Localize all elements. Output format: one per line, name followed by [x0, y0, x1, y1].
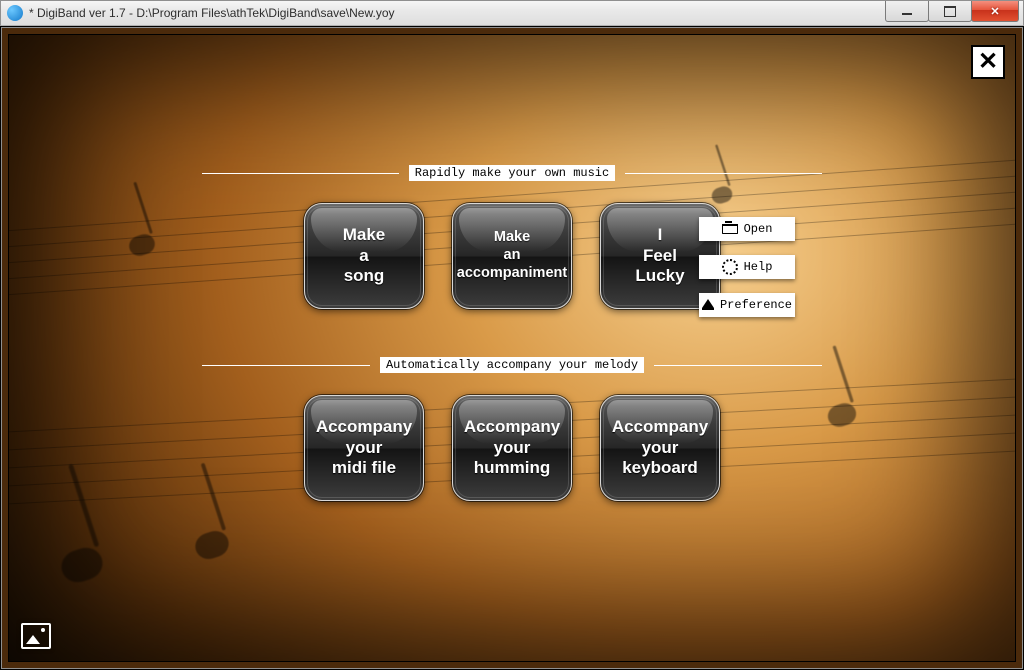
window-titlebar: * DigiBand ver 1.7 - D:\Program Files\at… [0, 0, 1024, 26]
tile-label: I Feel Lucky [629, 225, 690, 287]
open-button[interactable]: Open [699, 217, 795, 241]
help-label: Help [744, 260, 773, 274]
side-button-group: Open Help Preference [699, 217, 795, 317]
tile-label: Accompany your humming [458, 417, 566, 479]
window-controls [886, 1, 1019, 22]
background-image: ✕ Rapidly make your own music Make a son… [8, 34, 1016, 662]
window-title: * DigiBand ver 1.7 - D:\Program Files\at… [29, 6, 395, 20]
tile-row-accompany: Accompany your midi file Accompany your … [304, 395, 720, 501]
tile-label: Accompany your keyboard [606, 417, 714, 479]
make-an-accompaniment-button[interactable]: Make an accompaniment [452, 203, 572, 309]
section-header-accompany: Automatically accompany your melody [202, 357, 822, 373]
section-label-accompany: Automatically accompany your melody [380, 357, 644, 373]
open-icon [722, 224, 738, 234]
preference-button[interactable]: Preference [699, 293, 795, 317]
section-header-make: Rapidly make your own music [202, 165, 822, 181]
help-icon [722, 259, 738, 275]
background-picture-button[interactable] [21, 623, 51, 649]
decor-note [57, 543, 106, 586]
decor-rule [202, 365, 370, 366]
accompany-humming-button[interactable]: Accompany your humming [452, 395, 572, 501]
accompany-keyboard-button[interactable]: Accompany your keyboard [600, 395, 720, 501]
start-menu: Rapidly make your own music Make a song … [9, 165, 1015, 501]
accompany-midi-file-button[interactable]: Accompany your midi file [304, 395, 424, 501]
tile-label: Accompany your midi file [310, 417, 418, 479]
window-minimize-button[interactable] [885, 1, 929, 22]
overlay-close-button[interactable]: ✕ [971, 45, 1005, 79]
window-maximize-button[interactable] [928, 1, 972, 22]
open-label: Open [744, 222, 773, 236]
make-a-song-button[interactable]: Make a song [304, 203, 424, 309]
decor-rule [202, 173, 399, 174]
app-icon [7, 5, 23, 21]
tile-label: Make an accompaniment [451, 229, 573, 282]
tile-label: Make a song [337, 225, 392, 287]
window-close-button[interactable] [971, 1, 1019, 22]
tile-row-make: Make a song Make an accompaniment I Feel… [304, 203, 720, 309]
decor-rule [654, 365, 822, 366]
app-area: ✕ Rapidly make your own music Make a son… [1, 27, 1023, 669]
preference-icon [702, 299, 714, 308]
preference-label: Preference [720, 298, 792, 312]
section-label-make: Rapidly make your own music [409, 165, 615, 181]
decor-note [192, 527, 232, 562]
decor-rule [625, 173, 822, 174]
help-button[interactable]: Help [699, 255, 795, 279]
